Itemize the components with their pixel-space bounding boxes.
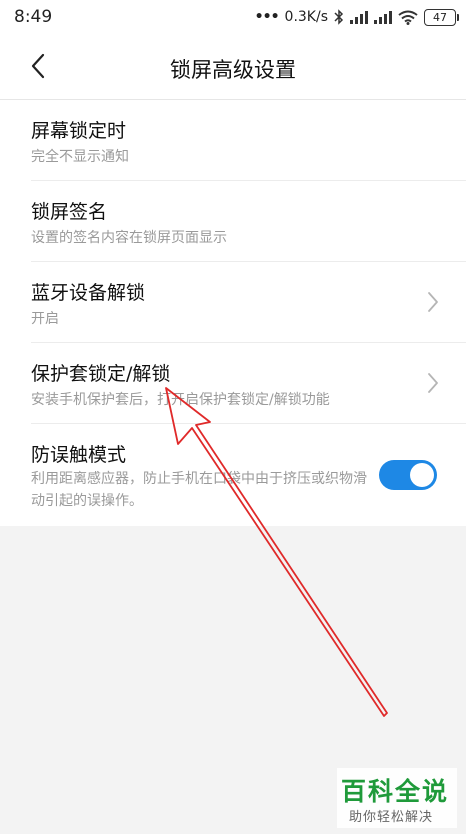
setting-title: 锁屏签名: [31, 201, 108, 223]
network-speed: 0.3K/s: [284, 9, 328, 25]
signal-icon: [374, 11, 392, 24]
chevron-right-icon: [428, 292, 438, 312]
toggle-knob: [410, 463, 434, 487]
watermark-logo: 百科全说 助你轻松解决: [337, 768, 457, 828]
setting-title: 防误触模式: [31, 444, 127, 466]
page-title: 锁屏高级设置: [170, 58, 296, 82]
more-dots-icon: •••: [254, 9, 280, 25]
setting-title: 屏幕锁定时: [31, 120, 127, 142]
watermark-brand: 百科全说: [341, 777, 450, 806]
watermark-slogan: 助你轻松解决: [349, 810, 434, 825]
setting-cover-lock-unlock[interactable]: 保护套锁定/解锁 安装手机保护套后，打开启保护套锁定/解锁功能: [0, 343, 466, 424]
setting-bluetooth-unlock[interactable]: 蓝牙设备解锁 开启: [0, 262, 466, 343]
nav-bar: 锁屏高级设置: [0, 34, 466, 100]
setting-screen-lock-notice[interactable]: 屏幕锁定时 完全不显示通知: [0, 100, 466, 181]
bluetooth-icon: [334, 9, 344, 25]
setting-desc: 利用距离感应器，防止手机在口袋中由于挤压或织物滑动引起的误操作。: [31, 471, 367, 509]
battery-icon: 47: [424, 8, 459, 26]
setting-desc: 开启: [31, 311, 59, 327]
signal-icon: [350, 11, 368, 24]
setting-title: 蓝牙设备解锁: [31, 282, 146, 304]
wifi-icon: [398, 10, 418, 25]
setting-desc: 设置的签名内容在锁屏页面显示: [31, 230, 227, 246]
status-time: 8:49: [14, 7, 53, 27]
setting-desc: 完全不显示通知: [31, 149, 129, 165]
setting-lockscreen-signature[interactable]: 锁屏签名 设置的签名内容在锁屏页面显示: [0, 181, 466, 262]
status-bar: 8:49 ••• 0.3K/s 47: [0, 0, 466, 34]
status-indicators: ••• 0.3K/s 47: [254, 7, 459, 27]
chevron-right-icon: [428, 373, 438, 393]
setting-desc: 安装手机保护套后，打开启保护套锁定/解锁功能: [31, 392, 330, 408]
setting-title: 保护套锁定/解锁: [31, 363, 171, 385]
anti-mistouch-toggle[interactable]: [379, 460, 437, 490]
